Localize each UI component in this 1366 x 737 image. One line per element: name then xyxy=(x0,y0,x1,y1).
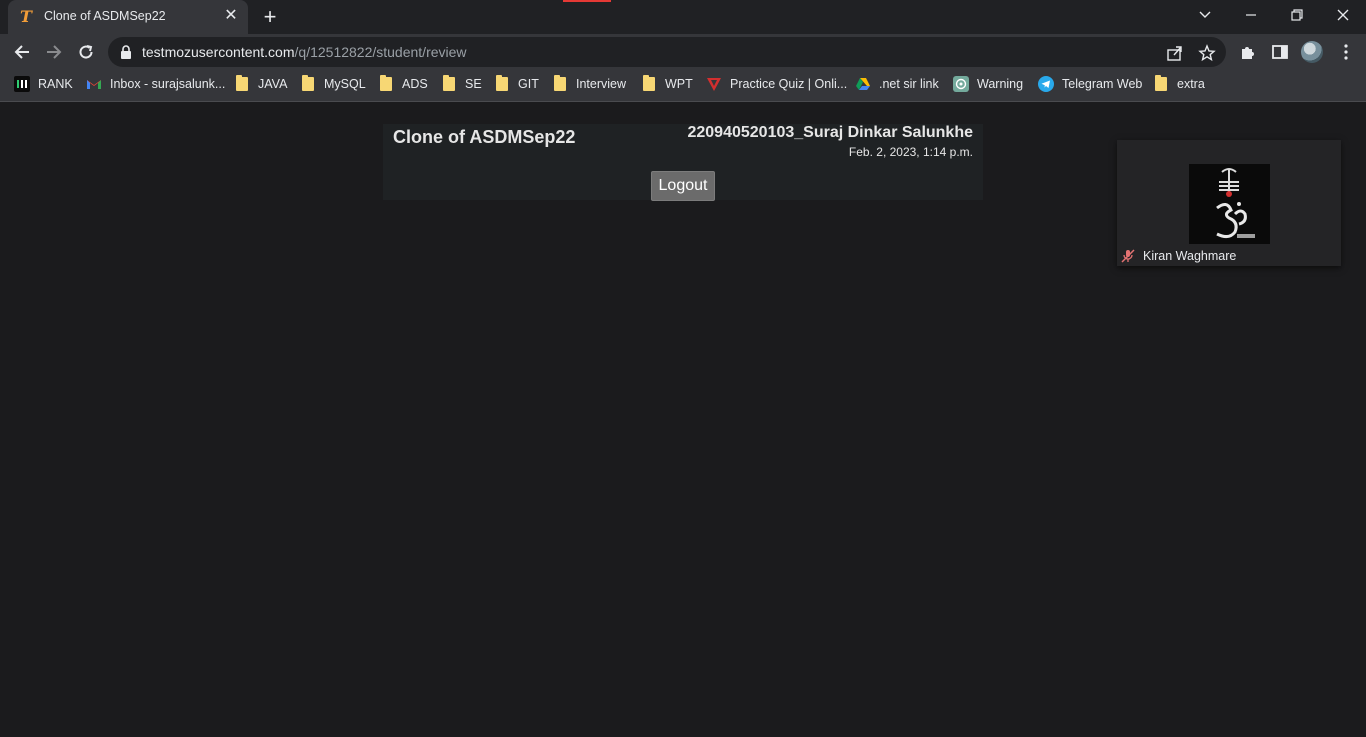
practice-quiz-icon xyxy=(706,76,722,92)
url-path: /q/12512822/student/review xyxy=(294,44,467,60)
bookmark-item[interactable]: RANK xyxy=(14,70,73,98)
tab-search-icon[interactable] xyxy=(1182,0,1228,30)
folder-icon xyxy=(1155,75,1167,91)
bookmark-item[interactable]: GIT xyxy=(496,70,539,98)
address-bar[interactable]: testmozusercontent.com/q/12512822/studen… xyxy=(108,37,1226,67)
bookmark-label: GIT xyxy=(518,77,539,91)
restore-icon[interactable] xyxy=(1274,0,1320,30)
bookmark-item[interactable]: Interview xyxy=(554,70,626,98)
bookmark-item[interactable]: Telegram Web xyxy=(1038,70,1142,98)
bookmark-item[interactable]: Practice Quiz | Onli... xyxy=(706,70,847,98)
minimize-icon[interactable] xyxy=(1228,0,1274,30)
folder-icon xyxy=(554,75,566,91)
quiz-title: Clone of ASDMSep22 xyxy=(393,127,576,147)
bookmark-label: MySQL xyxy=(324,77,366,91)
lock-icon[interactable] xyxy=(120,45,132,64)
folder-icon xyxy=(496,75,508,91)
video-call-tile[interactable]: Kiran Waghmare xyxy=(1117,140,1341,266)
quiz-header: Clone of ASDMSep22 220940520103_Suraj Di… xyxy=(383,124,983,201)
folder-icon xyxy=(443,75,455,91)
bookmark-label: Telegram Web xyxy=(1062,77,1143,91)
profile-avatar[interactable] xyxy=(1301,41,1323,63)
bookmark-label: Practice Quiz | Onli... xyxy=(730,77,848,91)
participant-name: Kiran Waghmare xyxy=(1143,249,1237,263)
telegram-icon xyxy=(1038,76,1054,92)
url-text: testmozusercontent.com/q/12512822/studen… xyxy=(142,44,467,60)
new-tab-button[interactable]: + xyxy=(258,5,282,29)
menu-kebab-icon[interactable] xyxy=(1336,42,1356,62)
bookmarks-bar: RANK Inbox - surajsalunk... JAVA MySQL A… xyxy=(0,70,1366,102)
folder-icon xyxy=(643,75,655,91)
logout-button[interactable]: Logout xyxy=(651,171,715,201)
side-panel-icon[interactable] xyxy=(1270,42,1290,62)
share-icon[interactable] xyxy=(1166,44,1184,62)
forward-arrow-icon[interactable] xyxy=(40,38,68,66)
bookmark-label: SE xyxy=(465,77,482,91)
folder-icon xyxy=(302,75,314,91)
reload-icon[interactable] xyxy=(72,38,100,66)
bookmark-label: ADS xyxy=(402,77,428,91)
gmail-icon xyxy=(86,76,102,92)
bookmark-label: .net sir link xyxy=(879,77,939,91)
browser-titlebar: T Clone of ASDMSep22 ✕ + xyxy=(0,0,1366,34)
bookmark-item[interactable]: MySQL xyxy=(302,70,366,98)
chatgpt-icon xyxy=(953,76,969,92)
mic-muted-icon xyxy=(1121,249,1135,263)
submission-datetime: Feb. 2, 2023, 1:14 p.m. xyxy=(848,145,973,159)
close-window-icon[interactable] xyxy=(1320,0,1366,30)
tab-active[interactable]: T Clone of ASDMSep22 ✕ xyxy=(8,0,248,34)
bookmark-label: JAVA xyxy=(258,77,288,91)
bookmark-label: Warning xyxy=(977,77,1024,91)
bookmark-label: extra xyxy=(1177,77,1205,91)
extensions-puzzle-icon[interactable] xyxy=(1238,42,1258,62)
testmoz-favicon-icon: T xyxy=(20,7,32,26)
bookmark-item[interactable]: Inbox - surajsalunk... xyxy=(86,70,225,98)
bookmark-item[interactable]: WPT xyxy=(643,70,693,98)
tab-close-icon[interactable]: ✕ xyxy=(222,7,240,25)
bookmark-label: Interview xyxy=(576,77,627,91)
recording-indicator xyxy=(563,0,611,2)
bookmark-item[interactable]: extra xyxy=(1155,70,1205,98)
bookmark-item[interactable]: SE xyxy=(443,70,482,98)
bookmark-item[interactable]: ADS xyxy=(380,70,428,98)
bookmark-label: RANK xyxy=(38,77,73,91)
bookmark-star-icon[interactable] xyxy=(1198,44,1216,62)
bookmark-item[interactable]: .net sir link xyxy=(855,70,939,98)
folder-icon xyxy=(236,75,248,91)
back-arrow-icon[interactable] xyxy=(8,38,36,66)
participant-avatar xyxy=(1189,164,1270,244)
tab-title: Clone of ASDMSep22 xyxy=(44,9,166,23)
student-name: 220940520103_Suraj Dinkar Salunkhe xyxy=(687,124,973,141)
bookmark-label: WPT xyxy=(665,77,693,91)
url-host: testmozusercontent.com xyxy=(142,44,295,60)
bookmark-label: Inbox - surajsalunk... xyxy=(110,77,226,91)
bookmark-item[interactable]: JAVA xyxy=(236,70,287,98)
browser-toolbar: testmozusercontent.com/q/12512822/studen… xyxy=(0,34,1366,70)
folder-icon xyxy=(380,75,392,91)
bookmark-item[interactable]: Warning xyxy=(953,70,1023,98)
participant-label: Kiran Waghmare xyxy=(1117,246,1236,266)
rank-icon xyxy=(14,76,30,92)
google-drive-icon xyxy=(855,76,871,92)
